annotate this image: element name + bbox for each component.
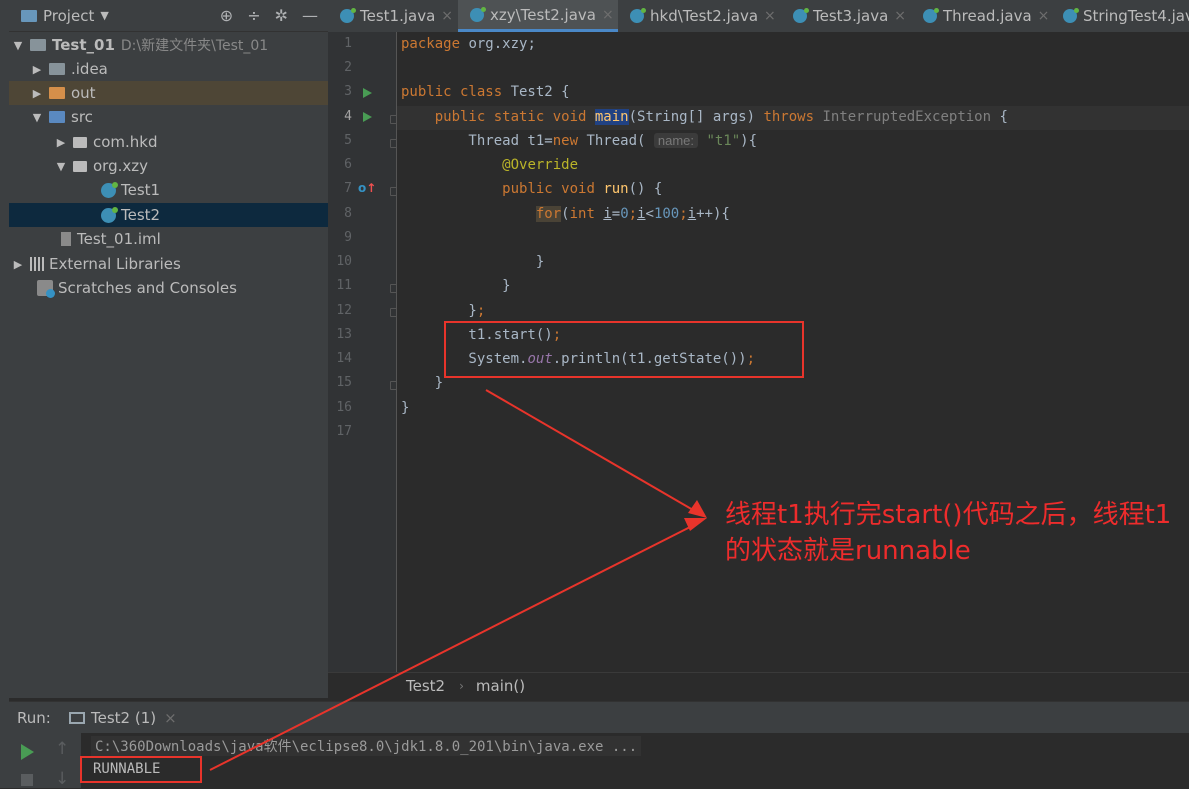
annotation-arrows bbox=[209, 389, 707, 771]
annotation-arrow-line bbox=[209, 521, 701, 771]
annotation-text: 线程t1执行完start()代码之后，线程t1的状态就是runnable bbox=[725, 500, 1172, 566]
annotation-arrow-line bbox=[485, 389, 701, 515]
arrow-head-icon bbox=[688, 500, 707, 518]
